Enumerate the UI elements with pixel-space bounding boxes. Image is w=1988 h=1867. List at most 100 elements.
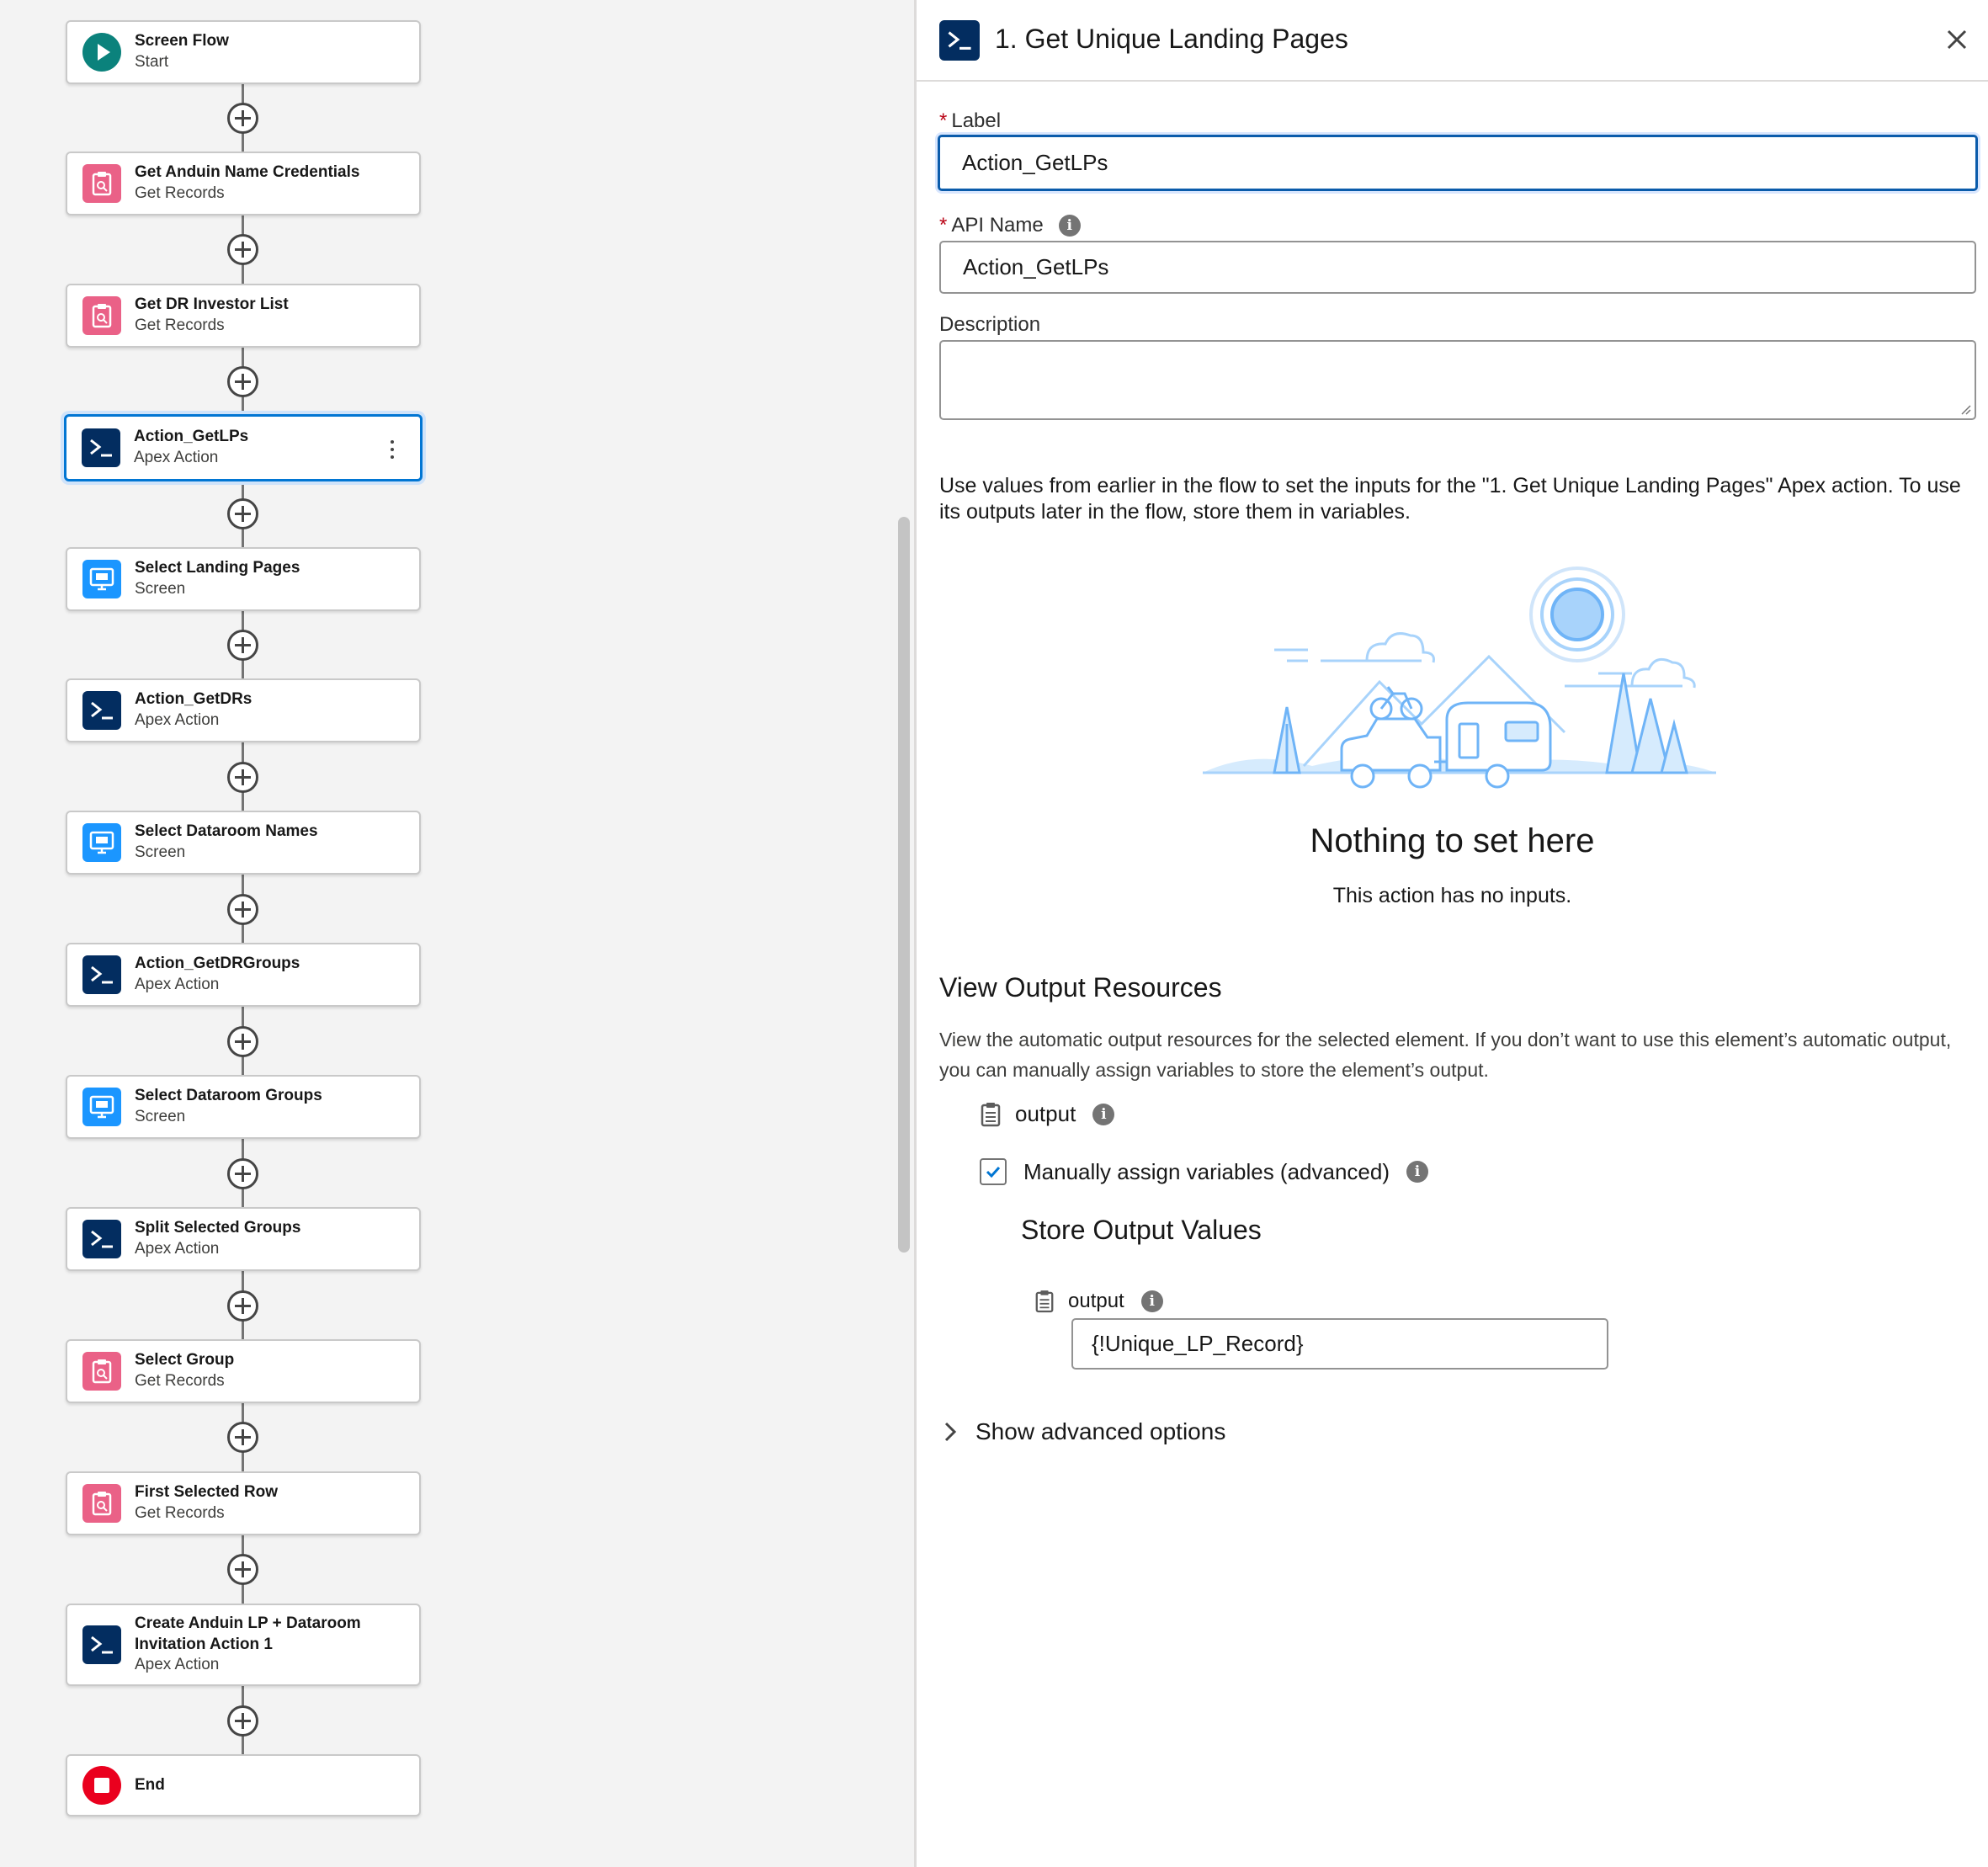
node-subtitle: Apex Action: [135, 1240, 220, 1258]
info-icon[interactable]: i: [1058, 215, 1081, 237]
label-field-label: * Label: [939, 109, 1001, 133]
add-element-button[interactable]: [227, 1026, 258, 1057]
api-name-input[interactable]: Action_GetLPs: [939, 241, 1976, 294]
info-icon[interactable]: i: [1140, 1290, 1163, 1312]
flow-node-first-selected-row[interactable]: First Selected Row Get Records: [66, 1471, 421, 1535]
flow-node-select-dataroom-groups[interactable]: Select Dataroom Groups Screen: [66, 1075, 421, 1139]
resize-handle-icon[interactable]: [1958, 402, 1971, 415]
label-input[interactable]: Action_GetLPs: [938, 135, 1978, 191]
apex-action-icon: [82, 955, 121, 994]
node-title: Action_GetLPs: [134, 428, 249, 446]
play-icon: [82, 33, 121, 72]
manual-assign-label: Manually assign variables (advanced): [1023, 1158, 1390, 1184]
apex-action-icon: [939, 20, 980, 61]
api-name-field-label: * API Name i: [939, 214, 1081, 237]
description-textarea[interactable]: [939, 340, 1976, 420]
store-output-heading: Store Output Values: [1021, 1215, 1262, 1245]
flow-node-get-anduin-name-credentials[interactable]: Get Anduin Name Credentials Get Records: [66, 152, 421, 215]
output-resource-row: output i: [980, 1101, 1115, 1127]
flow-node-action-getdrgroups[interactable]: Action_GetDRGroups Apex Action: [66, 943, 421, 1007]
output-section-heading: View Output Resources: [939, 972, 1222, 1003]
api-name-text: API Name: [951, 214, 1044, 237]
apex-action-icon: [82, 1220, 121, 1258]
output-section-description: View the automatic output resources for …: [939, 1029, 1952, 1081]
node-subtitle: Screen: [135, 580, 186, 598]
manual-assign-row[interactable]: Manually assign variables (advanced) i: [980, 1158, 1429, 1185]
panel-title: 1. Get Unique Landing Pages: [995, 24, 1348, 54]
get-records-icon: [82, 1352, 121, 1391]
add-element-button[interactable]: [227, 894, 258, 925]
node-title: Select Dataroom Names: [135, 822, 318, 841]
node-subtitle: Apex Action: [135, 711, 220, 729]
screen-icon: [82, 1088, 121, 1126]
node-title: Screen Flow: [135, 32, 229, 51]
flow-node-action-getdrs[interactable]: Action_GetDRs Apex Action: [66, 678, 421, 742]
flow-node-split-selected-groups[interactable]: Split Selected Groups Apex Action: [66, 1207, 421, 1271]
info-icon[interactable]: i: [1406, 1161, 1429, 1183]
flow-node-get-dr-investor-list[interactable]: Get DR Investor List Get Records: [66, 284, 421, 348]
add-element-button[interactable]: [227, 103, 258, 134]
empty-state-title: Nothing to set here: [1310, 822, 1595, 859]
add-element-button[interactable]: [227, 234, 258, 265]
add-element-button[interactable]: [227, 630, 258, 661]
manual-assign-checkbox[interactable]: [980, 1158, 1007, 1185]
screen-icon: [82, 823, 121, 862]
checkmark-icon: [986, 1166, 1001, 1178]
close-button[interactable]: [1943, 25, 1971, 54]
required-marker: *: [939, 214, 948, 237]
add-element-button[interactable]: [227, 498, 258, 529]
node-title: Action_GetDRs: [135, 690, 252, 709]
stop-icon: [82, 1766, 121, 1805]
add-element-button[interactable]: [227, 1422, 258, 1453]
plus-icon: [235, 506, 251, 522]
flow-node-select-landing-pages[interactable]: Select Landing Pages Screen: [66, 547, 421, 611]
store-output-input[interactable]: {!Unique_LP_Record}: [1071, 1318, 1608, 1370]
show-advanced-options[interactable]: Show advanced options: [942, 1418, 1225, 1445]
node-subtitle: Apex Action: [135, 1656, 220, 1674]
plus-icon: [235, 1561, 251, 1577]
node-title: First Selected Row: [135, 1483, 278, 1502]
node-subtitle: Apex Action: [134, 449, 219, 466]
add-element-button[interactable]: [227, 1705, 258, 1737]
node-title: Action_GetDRGroups: [135, 955, 300, 973]
add-element-button[interactable]: [227, 1290, 258, 1322]
info-icon[interactable]: i: [1092, 1103, 1115, 1125]
node-subtitle: Start: [135, 53, 169, 71]
node-subtitle: Apex Action: [135, 976, 220, 993]
plus-icon: [235, 1298, 251, 1314]
empty-state-subtitle: This action has no inputs.: [1332, 884, 1572, 907]
flow-canvas[interactable]: Screen Flow Start Get Anduin Name Creden…: [0, 0, 894, 1867]
add-element-button[interactable]: [227, 762, 258, 793]
node-subtitle: Screen: [135, 1108, 186, 1125]
plus-icon: [235, 769, 251, 785]
node-title: Get Anduin Name Credentials: [135, 163, 360, 182]
flow-node-end[interactable]: End: [66, 1754, 421, 1816]
flow-node-select-group[interactable]: Select Group Get Records: [66, 1339, 421, 1403]
add-element-button[interactable]: [227, 1158, 258, 1189]
flow-node-select-dataroom-names[interactable]: Select Dataroom Names Screen: [66, 811, 421, 875]
output-resource-label: output: [1015, 1101, 1076, 1126]
apex-action-icon: [82, 1625, 121, 1664]
camping-illustration: [1203, 566, 1716, 789]
plus-icon: [235, 374, 251, 390]
flow-node-create-anduin-lp-dataroom-invitation[interactable]: Create Anduin LP + Dataroom Invitation A…: [66, 1604, 421, 1686]
label-input-value: Action_GetLPs: [962, 150, 1108, 175]
plus-icon: [235, 1166, 251, 1182]
node-title: Create Anduin LP + Dataroom: [135, 1614, 361, 1632]
description-field-label: Description: [939, 313, 1041, 336]
required-marker: *: [939, 109, 948, 132]
node-subtitle: Screen: [135, 843, 186, 861]
plus-icon: [235, 637, 251, 653]
node-subtitle: Get Records: [135, 1372, 225, 1390]
panel-header: 1. Get Unique Landing Pages: [917, 0, 1988, 82]
store-output-label: output: [1068, 1290, 1124, 1312]
add-element-button[interactable]: [227, 1554, 258, 1585]
inputs-intro-text: Use values from earlier in the flow to s…: [939, 474, 1961, 524]
node-title: Select Landing Pages: [135, 559, 300, 577]
flow-node-start[interactable]: Screen Flow Start: [66, 20, 421, 84]
add-element-button[interactable]: [227, 366, 258, 397]
more-actions-icon[interactable]: [390, 440, 395, 459]
flow-node-action-getlps[interactable]: Action_GetLPs Apex Action: [64, 414, 423, 481]
screen-icon: [82, 560, 121, 598]
canvas-scrollbar-thumb[interactable]: [898, 517, 910, 1253]
